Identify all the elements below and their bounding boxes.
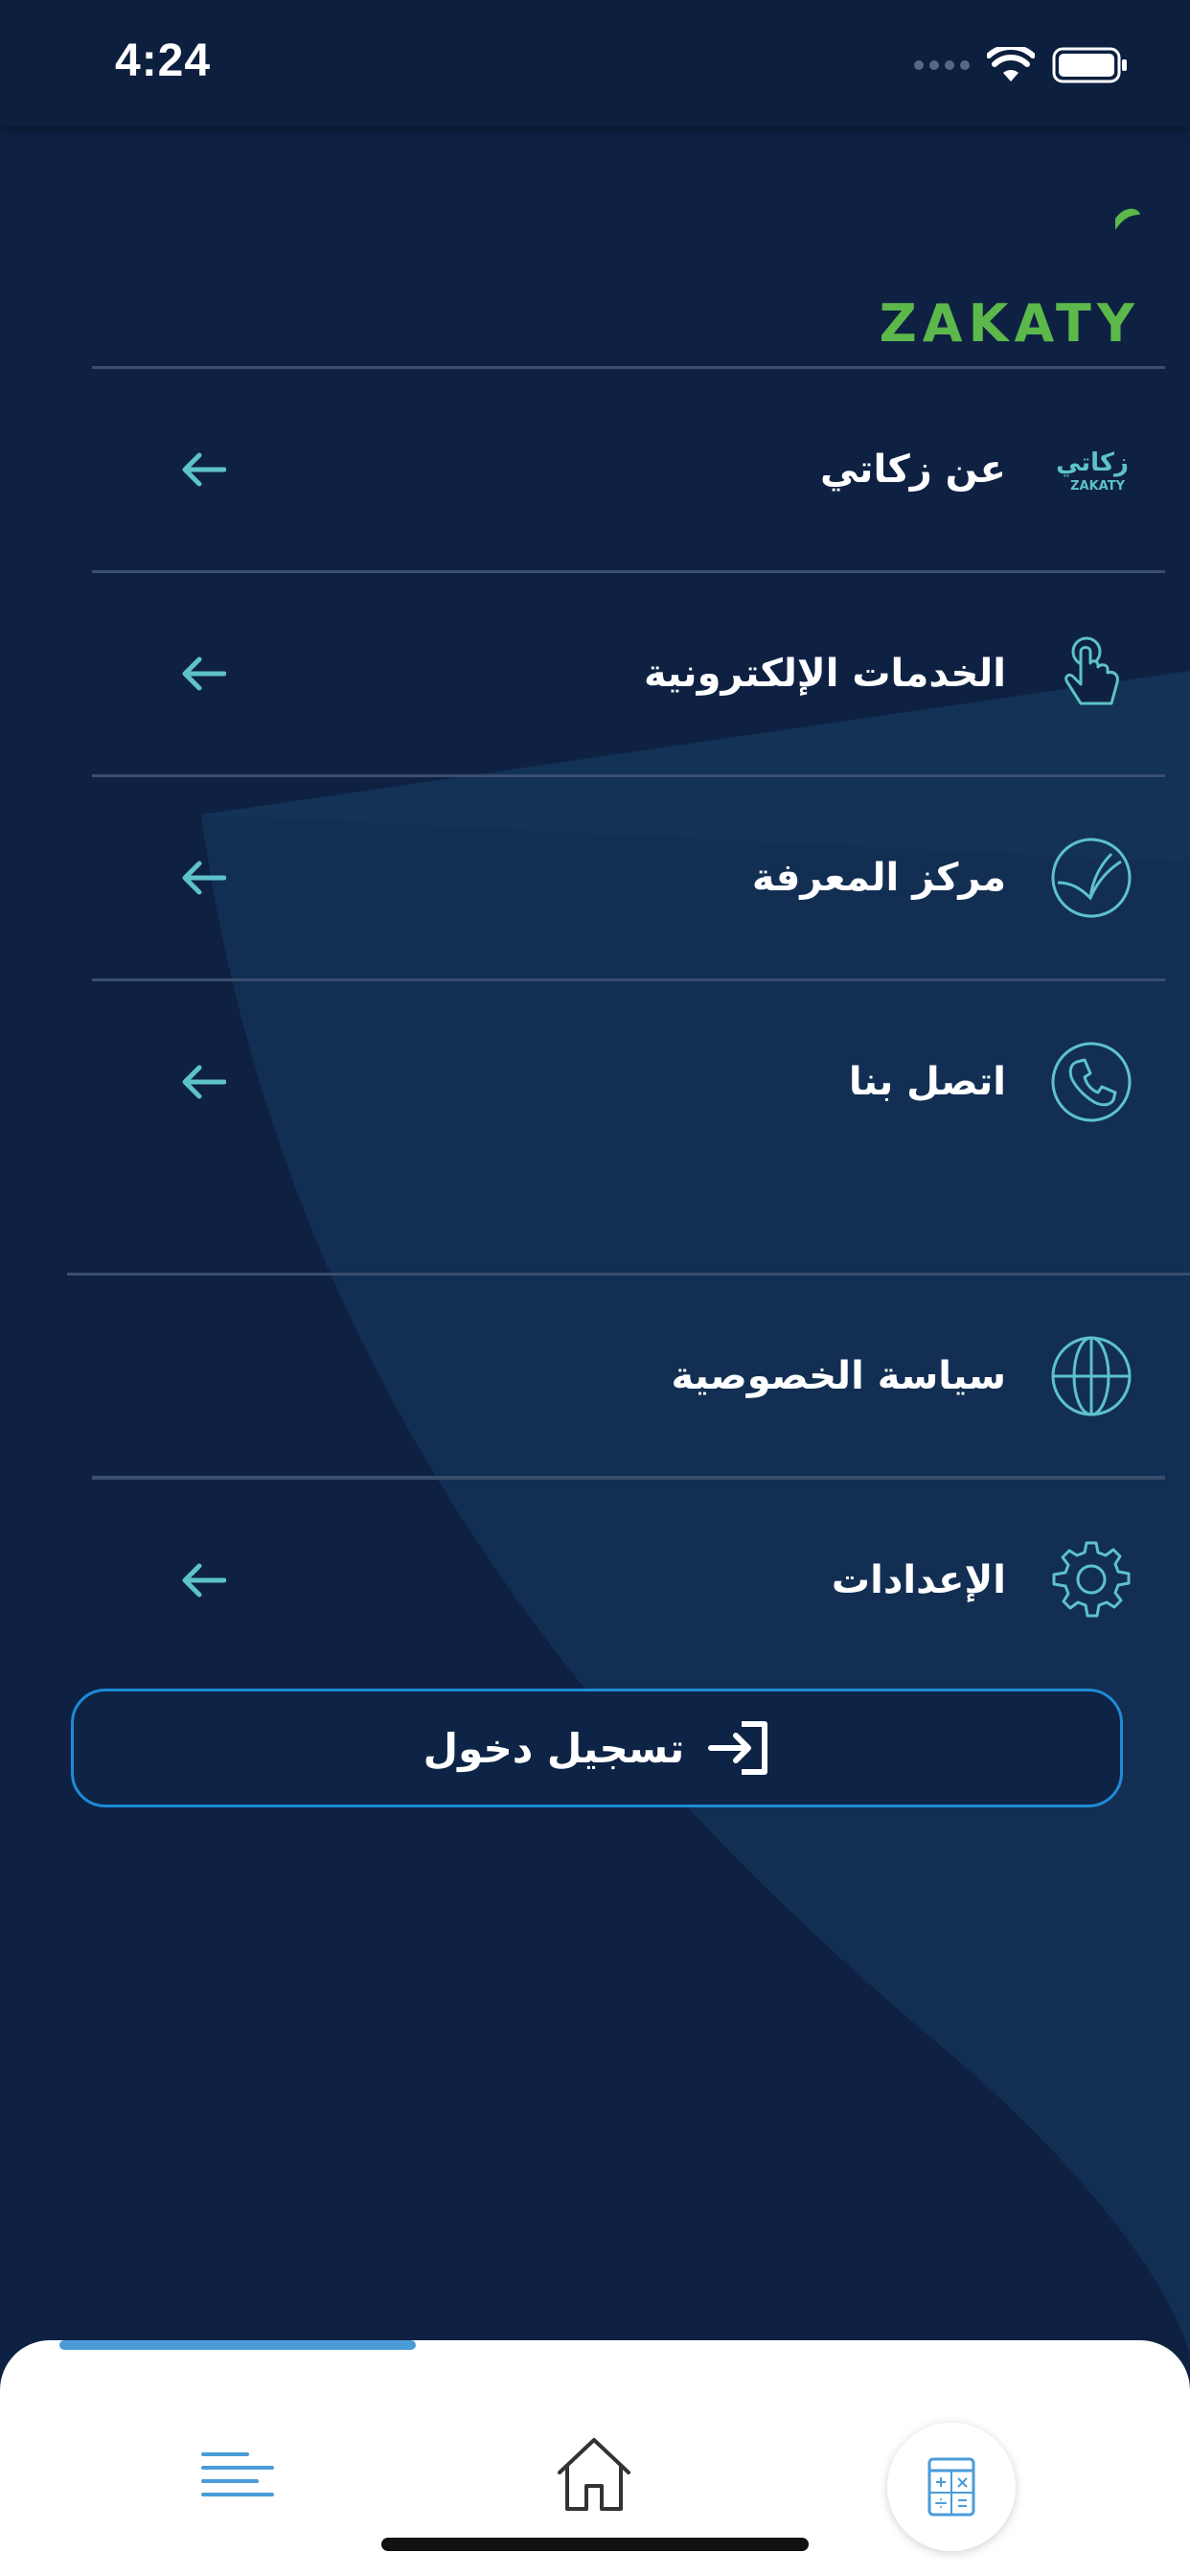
svg-text:زكاتي: زكاتي <box>1056 448 1129 477</box>
zakaty-logo: زكاتي ZAKATY <box>864 197 1190 355</box>
wifi-icon <box>987 47 1035 81</box>
touch-hand-icon <box>1064 636 1119 705</box>
arrow-left-icon <box>182 861 226 895</box>
home-indicator <box>381 2538 809 2551</box>
nav-calculator-button[interactable] <box>887 2423 1016 2551</box>
menu-item-about[interactable]: زكاتي ZAKATY عن زكاتي <box>92 366 1165 573</box>
phone-icon <box>1051 1042 1132 1122</box>
logo-text-en: ZAKATY <box>880 293 1140 354</box>
login-icon <box>708 1721 768 1775</box>
svg-text:ZAKATY: ZAKATY <box>1070 479 1125 494</box>
menu-item-label: عن زكاتي <box>819 448 1006 492</box>
status-icons <box>914 42 1129 88</box>
status-time: 4:24 <box>115 35 212 86</box>
calculator-icon <box>927 2457 975 2517</box>
menu-item-label: الإعدادات <box>831 1558 1006 1602</box>
arrow-left-icon <box>182 656 226 691</box>
battery-icon <box>1052 47 1127 83</box>
globe-icon <box>1051 1336 1132 1416</box>
signal-icon <box>914 60 970 70</box>
menu-icon <box>201 2452 274 2496</box>
nav-menu-button[interactable] <box>180 2417 295 2532</box>
menu-item-settings[interactable]: الإعدادات <box>92 1480 1165 1681</box>
nav-home-button[interactable] <box>537 2417 652 2532</box>
status-bar: 4:24 <box>0 0 1190 126</box>
main-menu: زكاتي ZAKATY عن زكاتي الخدمات الإلكتروني… <box>92 366 1165 1183</box>
menu-item-e-services[interactable]: الخدمات الإلكترونية <box>92 573 1165 777</box>
gear-icon <box>1052 1541 1131 1618</box>
menu-item-contact-us[interactable]: اتصل بنا <box>92 981 1165 1183</box>
menu-item-label: سياسة الخصوصية <box>671 1354 1007 1398</box>
arrow-left-icon <box>182 452 226 487</box>
home-icon <box>558 2438 630 2511</box>
menu-item-privacy-policy[interactable]: سياسة الخصوصية <box>92 1276 1165 1480</box>
book-icon <box>1051 838 1132 918</box>
nav-active-indicator <box>59 2340 416 2350</box>
menu-item-label: مركز المعرفة <box>751 856 1006 900</box>
menu-item-label: اتصل بنا <box>848 1060 1006 1104</box>
login-button[interactable]: تسجيل دخول <box>71 1689 1123 1807</box>
login-button-label: تسجيل دخول <box>423 1724 685 1772</box>
section-divider <box>92 1476 1165 1479</box>
menu-item-knowledge-center[interactable]: مركز المعرفة <box>92 777 1165 981</box>
zakaty-logo-icon: زكاتي ZAKATY <box>1056 448 1129 494</box>
arrow-left-icon <box>182 1563 226 1598</box>
menu-item-label: الخدمات الإلكترونية <box>643 652 1006 696</box>
arrow-left-icon <box>182 1065 226 1099</box>
